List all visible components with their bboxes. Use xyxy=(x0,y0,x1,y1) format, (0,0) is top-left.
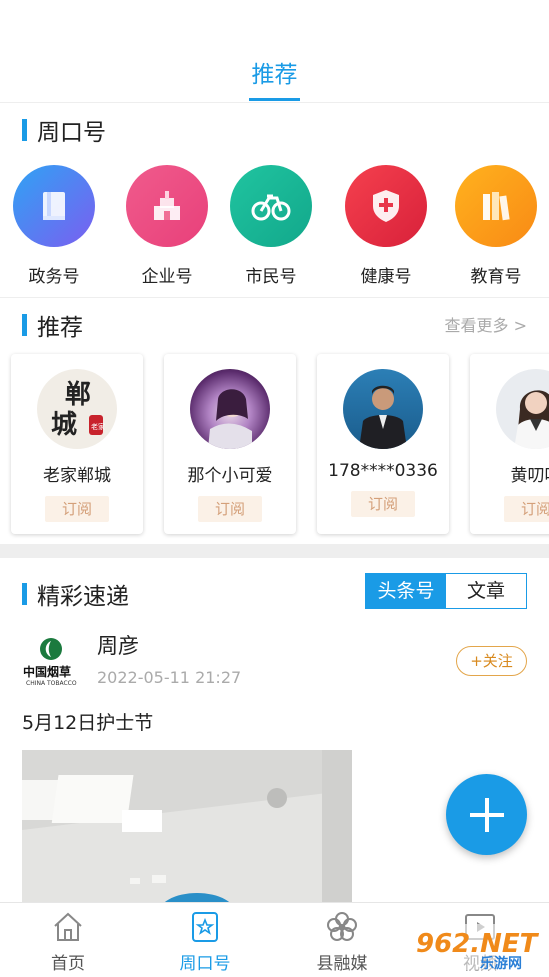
svg-text:962.NET: 962.NET xyxy=(416,929,540,959)
section-separator xyxy=(0,544,549,558)
category-label: 市民号 xyxy=(245,267,297,287)
category-gov[interactable]: 政务号 xyxy=(12,165,96,287)
segment-article[interactable]: 文章 xyxy=(446,574,526,608)
zhoukou-section-header: 周口号 xyxy=(22,113,106,147)
svg-text:中国烟草: 中国烟草 xyxy=(23,664,71,679)
recommend-card[interactable]: 黄叨叨 订阅 xyxy=(470,354,549,534)
card-name: 黄叨叨 xyxy=(510,466,549,486)
book-icon xyxy=(13,165,95,247)
subscribe-button[interactable]: 订阅 xyxy=(504,496,549,522)
nav-zhoukou[interactable]: 周口号 xyxy=(165,911,245,974)
svg-text:老家: 老家 xyxy=(91,422,105,431)
recommend-card[interactable]: 郸 城 老家 老家郸城 订阅 xyxy=(11,354,143,534)
nav-label: 首页 xyxy=(51,954,85,974)
laojia-dancheng-logo: 郸 城 老家 xyxy=(51,380,105,440)
plus-icon xyxy=(469,797,504,832)
svg-text:CHINA TOBACCO: CHINA TOBACCO xyxy=(26,680,77,687)
tab-indicator xyxy=(249,98,300,101)
category-citizen[interactable]: 市民号 xyxy=(229,165,313,287)
subscribe-button[interactable]: 订阅 xyxy=(45,496,109,522)
china-tobacco-logo: 中国烟草 CHINA TOBACCO xyxy=(23,638,77,687)
card-name: 178****0336 xyxy=(328,461,438,481)
section-title: 推荐 xyxy=(37,315,83,341)
shield-plus-icon xyxy=(345,165,427,247)
nav-county-media[interactable]: 县融媒 xyxy=(302,911,382,974)
recommend-card[interactable]: 178****0336 订阅 xyxy=(317,354,449,534)
tab-recommend[interactable]: 推荐 xyxy=(0,55,549,89)
svg-text:乐游网: 乐游网 xyxy=(480,955,522,972)
section-accent-bar xyxy=(22,583,27,605)
nav-home[interactable]: 首页 xyxy=(28,911,108,974)
category-label: 政务号 xyxy=(28,267,80,287)
star-badge-icon xyxy=(165,911,245,943)
building-icon xyxy=(126,165,208,247)
avatar xyxy=(343,369,423,449)
category-label: 企业号 xyxy=(141,267,193,287)
card-name: 老家郸城 xyxy=(43,466,111,486)
highlights-section-header: 精彩速递 xyxy=(22,577,129,611)
category-education[interactable]: 教育号 xyxy=(454,165,538,287)
home-icon xyxy=(28,911,108,943)
avatar xyxy=(190,369,270,449)
category-label: 教育号 xyxy=(470,267,522,287)
top-tab-bar: 推荐 xyxy=(0,0,549,103)
svg-text:郸: 郸 xyxy=(65,380,91,410)
svg-text:城: 城 xyxy=(51,410,77,440)
subscribe-button[interactable]: 订阅 xyxy=(198,496,262,522)
see-more-link[interactable]: 查看更多 > xyxy=(445,312,528,336)
app-screen: 推荐 周口号 政务号 企业号 市民号 健康号 教育号 推荐 查看更多 > 郸 城… xyxy=(0,0,549,977)
create-post-button[interactable] xyxy=(446,774,527,855)
card-name: 那个小可爱 xyxy=(187,466,273,486)
content-type-toggle: 头条号 文章 xyxy=(365,573,527,609)
category-label: 健康号 xyxy=(360,267,412,287)
avatar xyxy=(496,369,549,449)
section-title: 精彩速递 xyxy=(37,584,129,610)
recommend-card[interactable]: 那个小可爱 订阅 xyxy=(164,354,296,534)
post-image[interactable] xyxy=(22,750,352,910)
recommend-section-header: 推荐 xyxy=(22,308,83,342)
divider xyxy=(0,297,549,298)
category-enterprise[interactable]: 企业号 xyxy=(125,165,209,287)
segment-toutiao[interactable]: 头条号 xyxy=(366,574,446,608)
subscribe-button[interactable]: 订阅 xyxy=(351,491,415,517)
avatar: 郸 城 老家 xyxy=(37,369,117,449)
section-accent-bar xyxy=(22,119,27,141)
section-accent-bar xyxy=(22,314,27,336)
author-avatar[interactable]: 中国烟草 CHINA TOBACCO xyxy=(22,632,80,690)
post-timestamp: 2022-05-11 21:27 xyxy=(97,668,242,687)
follow-button[interactable]: +关注 xyxy=(456,646,527,676)
nav-label: 县融媒 xyxy=(316,954,368,974)
bicycle-icon xyxy=(230,165,312,247)
books-icon xyxy=(455,165,537,247)
section-title: 周口号 xyxy=(37,120,106,146)
category-health[interactable]: 健康号 xyxy=(344,165,428,287)
site-watermark: 962.NET 乐游网 xyxy=(410,922,545,972)
flower-icon xyxy=(302,911,382,943)
author-name[interactable]: 周彦 xyxy=(97,630,139,660)
post-title[interactable]: 5月12日护士节 xyxy=(22,708,153,735)
nav-label: 周口号 xyxy=(179,954,231,974)
